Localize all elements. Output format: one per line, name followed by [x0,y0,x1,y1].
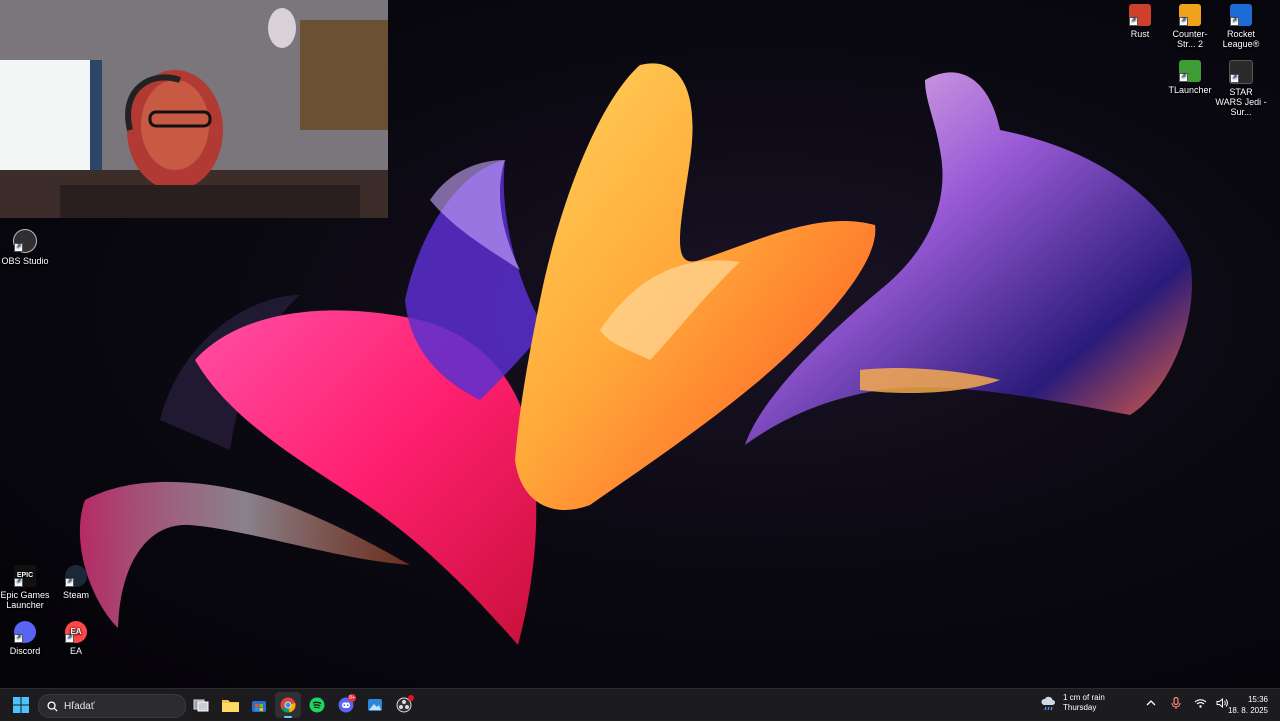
taskbar-store[interactable] [246,692,272,718]
taskbar-task-view[interactable] [188,692,214,718]
taskbar-search-box[interactable]: Hľadať [38,694,186,718]
clock-time: 15:36 [1247,695,1268,704]
start-button[interactable] [8,692,34,718]
system-tray [1146,696,1228,712]
taskbar-spotify[interactable] [304,692,330,718]
taskbar-photos[interactable] [362,692,388,718]
search-placeholder: Hľadať [64,700,95,712]
star-wars-icon: ↗ [1229,60,1253,84]
desktop-icon-label: Discord [9,646,41,656]
desktop-icon-discord[interactable]: ↗ Discord [0,621,51,656]
weather-day: Thursday [1063,703,1097,712]
rocket-league-icon: ↗ [1230,4,1252,26]
desktop-icon-label: STAR WARS Jedi - Sur... [1215,87,1267,117]
desktop-icon-label: Steam [62,590,89,600]
system-clock[interactable]: 15:36 18. 8. 2025 [1228,694,1268,716]
desktop-icon-label: Epic Games Launcher [0,590,50,610]
taskbar-file-explorer[interactable] [217,692,243,718]
desktop-icon-label: OBS Studio [1,256,49,266]
ea-icon: EA ↗ [65,621,87,643]
chevron-up-icon[interactable] [1146,699,1156,710]
spotify-icon [309,697,325,713]
desktop-icon-label: Rust [1130,29,1150,39]
photos-icon [368,699,382,711]
webcam-image [0,0,388,218]
desktop-icon-obs[interactable]: ↗ OBS Studio [0,229,51,266]
taskbar-chrome[interactable] [275,692,301,718]
taskbar-obs[interactable] [391,692,417,718]
desktop-icon-label: Counter-Str... 2 [1172,29,1208,49]
volume-icon[interactable] [1216,697,1228,711]
epic-games-icon: EPIC ↗ [14,565,36,587]
steam-icon: ↗ [65,565,87,587]
desktop-icon-label: TLauncher [1168,85,1212,95]
weather-forecast: 1 cm of rain [1063,693,1105,702]
search-icon [47,700,58,712]
obs-icon: ↗ [13,229,37,253]
desktop-icon-label: EA [69,646,82,656]
desktop-icon-tlauncher[interactable]: ↗ TLauncher [1164,60,1216,95]
taskbar: Hľadať 9+ 1 cm of rain Thursday 15:36 18… [0,688,1280,721]
store-icon [252,701,266,712]
rust-icon: ↗ [1129,4,1151,26]
desktop-icon-rust[interactable]: ↗ Rust [1114,4,1166,39]
counter-strike-icon: ↗ [1179,4,1201,26]
weather-widget[interactable]: 1 cm of rain Thursday [1040,693,1105,713]
windows-logo-icon [13,697,29,713]
desktop-icon-star-wars[interactable]: ↗ STAR WARS Jedi - Sur... [1215,60,1267,117]
desktop-icon-rocket-league[interactable]: ↗ Rocket League® [1215,4,1267,49]
task-view-icon [193,699,209,712]
desktop-icon-counter-strike[interactable]: ↗ Counter-Str... 2 [1164,4,1216,49]
tlauncher-icon: ↗ [1179,60,1201,82]
desktop-icon-label: Rocket League® [1222,29,1260,49]
chrome-icon [280,697,296,713]
desktop-icon-steam[interactable]: ↗ Steam [50,565,102,600]
taskbar-discord[interactable]: 9+ [333,692,359,718]
desktop-icon-ea[interactable]: EA ↗ EA [50,621,102,656]
recording-indicator [408,695,414,701]
notification-badge: 9+ [348,694,356,702]
discord-icon: ↗ [14,621,36,643]
wifi-icon[interactable] [1194,698,1207,711]
microphone-icon[interactable] [1171,696,1181,712]
webcam-overlay [0,0,388,218]
folder-icon [221,700,239,712]
desktop: ↗ Rust ↗ Counter-Str... 2 ↗ Rocket Leagu… [0,0,1280,688]
clock-date: 18. 8. 2025 [1227,706,1268,715]
rain-cloud-icon [1041,696,1055,711]
desktop-icon-epic-games[interactable]: EPIC ↗ Epic Games Launcher [0,565,51,610]
